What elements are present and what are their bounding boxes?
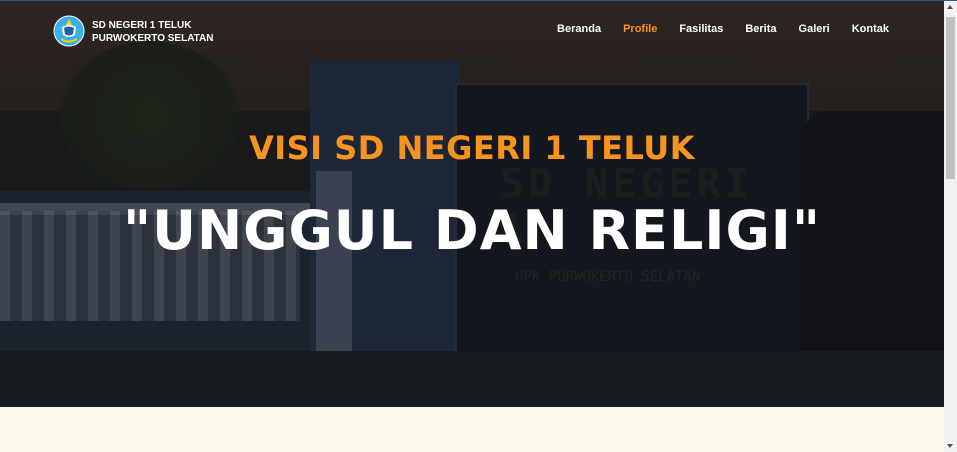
scroll-up-arrow-icon[interactable] [947,5,953,9]
nav-beranda[interactable]: Beranda [557,23,601,35]
tut-wuri-handayani-logo-icon[interactable] [53,15,85,47]
nav-fasilitas[interactable]: Fasilitas [679,23,723,35]
main-menu: Beranda Profile Fasilitas Berita Galeri … [557,23,889,35]
hero-section: SD NEGERI 1 UPK PURWOKERTO SELATAN VISI … [0,1,944,407]
scroll-down-arrow-icon[interactable] [947,444,953,448]
next-section [0,407,944,452]
top-navbar: SD NEGERI 1 TELUK PURWOKERTO SELATAN Ber… [0,1,944,61]
page-scrollbar[interactable] [944,1,957,452]
nav-profile[interactable]: Profile [623,23,657,35]
hero-title: VISI SD NEGERI 1 TELUK [248,129,696,167]
brand-line-2: PURWOKERTO SELATAN [92,33,214,44]
nav-berita[interactable]: Berita [745,23,776,35]
nav-kontak[interactable]: Kontak [852,23,889,35]
scrollbar-thumb[interactable] [946,17,955,179]
hero-motto: "UNGGUL DAN RELIGI" [122,199,821,262]
site-brand[interactable]: SD NEGERI 1 TELUK PURWOKERTO SELATAN [92,19,213,45]
brand-line-1: SD NEGERI 1 TELUK [92,20,192,31]
nav-galeri[interactable]: Galeri [799,23,830,35]
